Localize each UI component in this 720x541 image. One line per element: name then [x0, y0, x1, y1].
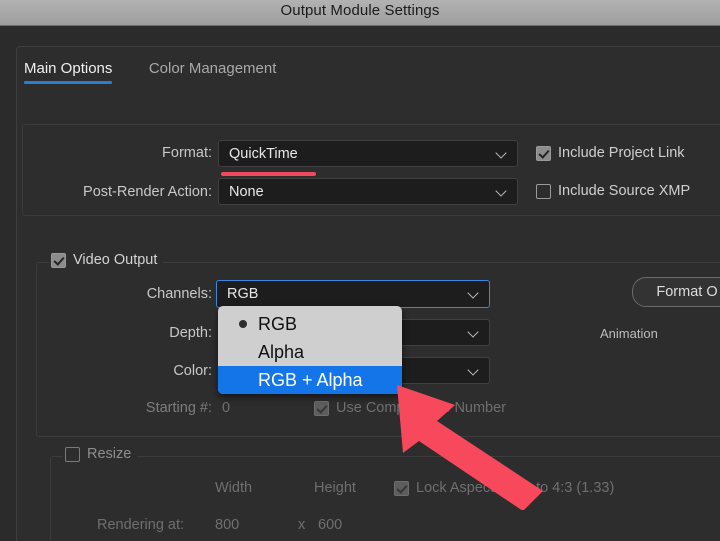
dropdown-option-alpha[interactable]: Alpha	[218, 338, 402, 366]
format-label: Format:	[162, 145, 212, 161]
checkbox-icon	[536, 183, 551, 199]
use-comp-frame-number-label: Use Comp Frame Number	[336, 400, 507, 416]
checkbox-icon	[394, 480, 409, 496]
starting-number-label-row: Starting #:	[110, 400, 212, 416]
tab-main-options[interactable]: Main Options	[24, 60, 113, 84]
channels-select-value: RGB	[227, 286, 259, 302]
radio-dot-icon	[239, 320, 247, 328]
rendering-width-value: 800	[215, 517, 240, 533]
lock-aspect-ratio-checkbox[interactable]: Lock Aspect Ratio to 4:3 (1.33)	[394, 480, 614, 496]
format-options-button[interactable]: Format O	[632, 277, 720, 307]
channels-select[interactable]: RGB	[216, 280, 490, 308]
tab-bar: Main Options Color Management	[24, 60, 308, 92]
video-output-label: Video Output	[73, 252, 158, 268]
rendering-height-value: 600	[318, 517, 343, 533]
chevron-down-icon	[497, 149, 506, 158]
chevron-down-icon	[469, 328, 478, 337]
post-render-action-select[interactable]: None	[218, 178, 518, 205]
format-label-row: Format:	[120, 145, 212, 161]
channels-dropdown-menu: RGB Alpha RGB + Alpha	[218, 306, 402, 394]
use-comp-frame-number-checkbox[interactable]: Use Comp Frame Number	[314, 400, 506, 416]
chevron-down-icon	[469, 289, 478, 298]
chevron-down-icon	[497, 187, 506, 196]
color-label: Color:	[173, 363, 212, 379]
color-label-row: Color:	[110, 363, 212, 379]
channels-label: Channels:	[146, 286, 212, 302]
post-render-action-value: None	[229, 183, 264, 200]
lock-aspect-ratio-label: Lock Aspect Ratio to 4:3 (1.33)	[416, 480, 615, 496]
rendering-at-label: Rendering at:	[97, 517, 185, 533]
chevron-down-icon	[469, 366, 478, 375]
dropdown-option-rgb-alpha[interactable]: RGB + Alpha	[218, 366, 402, 394]
include-source-xmp-checkbox[interactable]: Include Source XMP	[536, 183, 690, 199]
checkbox-icon	[65, 446, 80, 462]
width-column-label: Width	[215, 480, 253, 496]
dropdown-option-label: Alpha	[258, 341, 305, 362]
include-project-link-checkbox[interactable]: Include Project Link	[536, 145, 685, 161]
height-column-label: Height	[314, 480, 356, 496]
depth-label: Depth:	[169, 325, 212, 341]
format-select[interactable]: QuickTime	[218, 140, 518, 167]
window-titlebar: Output Module Settings	[0, 0, 720, 26]
checkbox-icon	[314, 400, 329, 416]
checkbox-icon	[51, 252, 66, 268]
include-project-link-label: Include Project Link	[558, 145, 685, 161]
resize-checkbox[interactable]: Resize	[63, 446, 138, 462]
rendering-x-separator: x	[298, 517, 306, 533]
resize-label: Resize	[87, 446, 132, 462]
tab-color-management[interactable]: Color Management	[149, 60, 277, 84]
depth-label-row: Depth:	[110, 325, 212, 341]
post-render-action-label: Post-Render Action:	[83, 184, 212, 200]
annotation-underline	[221, 172, 316, 176]
format-select-value: QuickTime	[229, 145, 298, 162]
dropdown-option-label: RGB	[258, 313, 298, 334]
post-render-label-row: Post-Render Action:	[40, 184, 212, 200]
codec-name: Animation	[600, 326, 658, 341]
dropdown-option-rgb[interactable]: RGB	[218, 310, 402, 338]
format-options-label: Format O	[656, 284, 718, 300]
dropdown-option-label: RGB + Alpha	[258, 369, 363, 390]
channels-label-row: Channels:	[110, 286, 212, 302]
output-module-settings-window: Output Module Settings Main Options Colo…	[0, 0, 720, 541]
starting-number-value[interactable]: 0	[222, 400, 230, 416]
window-title: Output Module Settings	[280, 2, 440, 19]
include-source-xmp-label: Include Source XMP	[558, 183, 691, 199]
starting-number-label: Starting #:	[145, 400, 212, 416]
checkbox-icon	[536, 145, 551, 161]
video-output-checkbox[interactable]: Video Output	[49, 252, 164, 268]
